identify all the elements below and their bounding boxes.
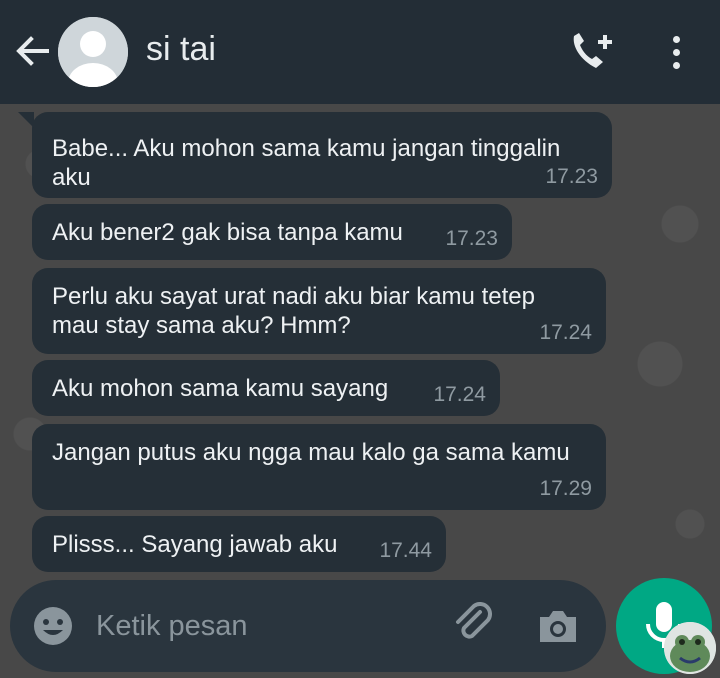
message-bubble[interactable]: Jangan putus aku ngga mau kalo ga sama k… — [32, 424, 606, 510]
camera-button[interactable] — [536, 604, 580, 648]
add-call-button[interactable] — [568, 30, 616, 74]
sticker-overlay — [664, 622, 716, 674]
message-time: 17.44 — [379, 539, 432, 562]
message-text: Aku bener2 gak bisa tanpa kamu — [52, 219, 403, 246]
message-bubble[interactable]: Aku bener2 gak bisa tanpa kamu 17.23 — [32, 204, 512, 260]
message-time: 17.23 — [545, 165, 598, 188]
emoji-icon — [34, 607, 72, 645]
add-call-icon — [573, 33, 612, 68]
chat-header: si tai — [0, 0, 720, 104]
message-text: Plisss... Sayang jawab aku — [52, 531, 338, 558]
more-options-button[interactable] — [660, 30, 692, 74]
message-text: Jangan putus aku ngga mau kalo ga sama k… — [52, 439, 570, 466]
back-button[interactable] — [12, 30, 54, 72]
more-vertical-icon — [672, 35, 680, 43]
paperclip-icon — [456, 602, 492, 639]
emoji-button[interactable] — [32, 605, 74, 647]
default-avatar-icon — [58, 17, 128, 87]
frog-sticker-icon — [664, 622, 716, 674]
more-vertical-icon — [672, 48, 680, 56]
message-text: Babe... Aku mohon sama kamu jangan tingg… — [52, 135, 561, 191]
message-time: 17.24 — [539, 321, 592, 344]
message-bubble[interactable]: Plisss... Sayang jawab aku 17.44 — [32, 516, 446, 572]
message-bubble[interactable]: Aku mohon sama kamu sayang 17.24 — [32, 360, 500, 416]
camera-icon — [540, 611, 576, 642]
message-input[interactable]: Ketik pesan — [96, 610, 248, 643]
message-time: 17.23 — [445, 227, 498, 250]
message-bubble[interactable]: Babe... Aku mohon sama kamu jangan tingg… — [18, 112, 612, 198]
message-bubble[interactable]: Perlu aku sayat urat nadi aku biar kamu … — [32, 268, 606, 354]
arrow-back-icon — [16, 36, 49, 66]
message-text: Perlu aku sayat urat nadi aku biar kamu … — [52, 283, 535, 339]
attach-button[interactable] — [450, 602, 496, 648]
avatar[interactable] — [58, 17, 128, 87]
message-time: 17.29 — [539, 477, 592, 500]
message-composer[interactable]: Ketik pesan — [10, 580, 606, 672]
message-time: 17.24 — [433, 383, 486, 406]
message-text: Aku mohon sama kamu sayang — [52, 375, 389, 402]
more-vertical-icon — [672, 61, 680, 69]
contact-name[interactable]: si tai — [146, 30, 216, 69]
